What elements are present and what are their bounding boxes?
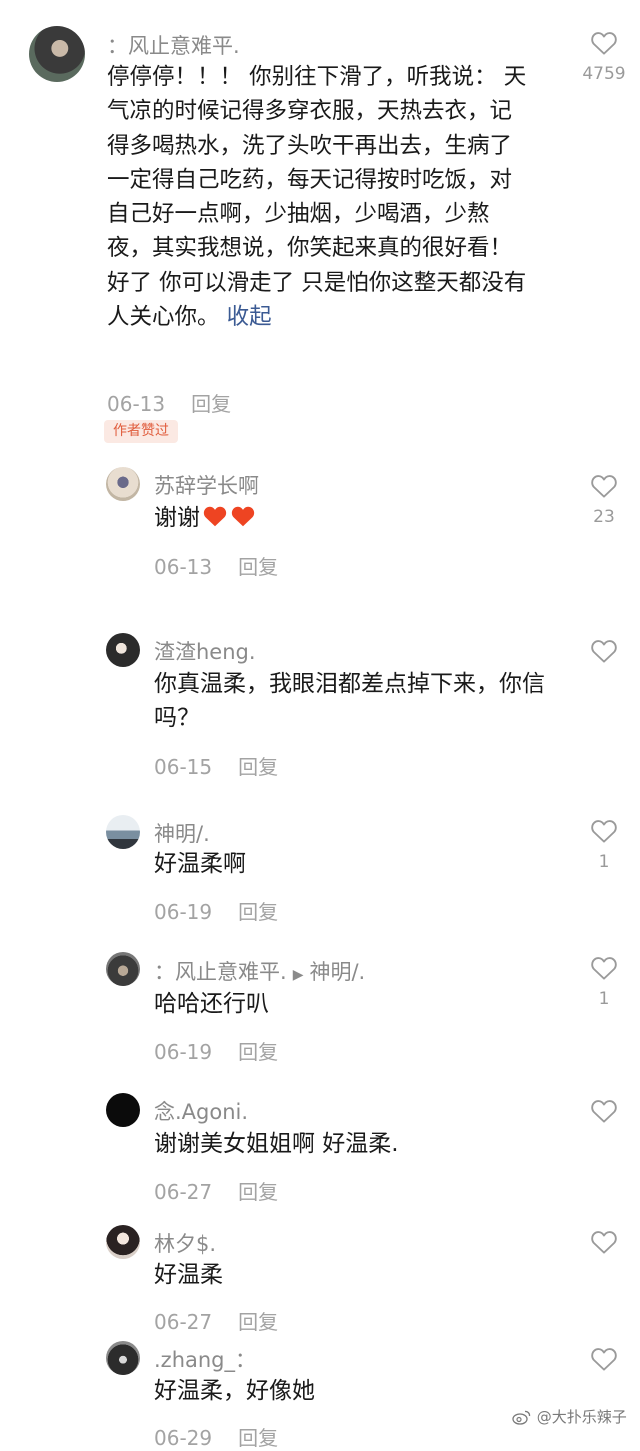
like-count: 1 (598, 852, 610, 872)
comment-meta: 06-29 回复 (154, 1422, 278, 1451)
avatar[interactable] (29, 26, 85, 82)
commenter-name[interactable]: ：风止意难平. (107, 30, 240, 60)
avatar[interactable] (106, 952, 140, 986)
like-count: 23 (593, 507, 615, 527)
comment-text: 你真温柔，我眼泪都差点掉下来，你信吗？ (154, 671, 545, 732)
avatar[interactable] (106, 1093, 140, 1127)
reply-button[interactable]: 回复 (238, 1426, 278, 1450)
reply-button[interactable]: 回复 (238, 555, 278, 579)
like-button[interactable] (589, 636, 619, 666)
comment-text: 谢谢 (154, 501, 256, 535)
like-count: 4759 (582, 64, 626, 84)
comment-meta: 06-19 回复 (154, 1036, 278, 1065)
comment-text: 谢谢美女姐姐啊 好温柔. (154, 1131, 399, 1157)
commenter-name[interactable]: 苏辞学长啊 (154, 470, 259, 500)
reply-button[interactable]: 回复 (238, 755, 278, 779)
comment-meta: 06-19 回复 (154, 896, 278, 925)
like-button[interactable] (589, 471, 619, 501)
commenter-name[interactable]: .zhang_： (154, 1344, 256, 1374)
comment-date: 06-19 (154, 900, 213, 924)
avatar[interactable] (106, 815, 140, 849)
author-liked-badge: 作者赞过 (104, 420, 178, 443)
commenter-name: ：风止意难平. ▶ 神明/. (154, 960, 366, 984)
like-button[interactable] (589, 816, 619, 846)
collapse-link[interactable]: 收起 (227, 304, 272, 330)
avatar[interactable] (106, 633, 140, 667)
comment-text: 好温柔啊 (154, 851, 246, 877)
comment-meta: 06-13 回复 (107, 388, 231, 417)
reply-button[interactable]: 回复 (191, 392, 231, 416)
comment-text: 哈哈还行叭 (154, 991, 269, 1017)
commenter-name[interactable]: 渣渣heng. (154, 636, 256, 666)
avatar[interactable] (106, 1341, 140, 1375)
like-button[interactable] (589, 1344, 619, 1374)
weibo-logo-icon (512, 1410, 531, 1425)
comment-meta: 06-27 回复 (154, 1176, 278, 1205)
watermark: @大扑乐辣子 (512, 1406, 627, 1427)
like-button[interactable] (589, 1227, 619, 1257)
comment-date: 06-15 (154, 755, 213, 779)
heart-outline-icon (591, 1348, 617, 1371)
heart-outline-icon (591, 820, 617, 843)
reply-to-name[interactable]: 神明/. (309, 960, 365, 984)
like-button[interactable] (589, 1096, 619, 1126)
comment-meta: 06-15 回复 (154, 751, 278, 780)
comment-meta: 06-27 回复 (154, 1306, 278, 1335)
heart-outline-icon (591, 1231, 617, 1254)
like-button[interactable] (589, 953, 619, 983)
reply-button[interactable]: 回复 (238, 1180, 278, 1204)
comment-text: 停停停！！！ 你别往下滑了，听我说： 天气凉的时候记得多穿衣服，天热去衣，记得多… (107, 64, 527, 331)
heart-outline-icon (591, 1100, 617, 1123)
commenter-name[interactable]: 林夕$. (154, 1228, 216, 1258)
red-heart-icon (203, 506, 227, 527)
avatar[interactable] (106, 1225, 140, 1259)
reply-button[interactable]: 回复 (238, 900, 278, 924)
reply-button[interactable]: 回复 (238, 1310, 278, 1334)
comment-date: 06-27 (154, 1310, 213, 1334)
comment-date: 06-29 (154, 1426, 213, 1450)
like-count: 1 (598, 989, 610, 1009)
comment-date: 06-27 (154, 1180, 213, 1204)
like-button[interactable] (589, 28, 619, 58)
triangle-right-icon: ▶ (292, 967, 304, 983)
reply-button[interactable]: 回复 (238, 1040, 278, 1064)
heart-outline-icon (591, 475, 617, 498)
red-heart-icon (231, 506, 255, 527)
commenter-name[interactable]: 神明/. (154, 818, 210, 848)
comment-meta: 06-13 回复 (154, 551, 278, 580)
comment-date: 06-13 (107, 392, 166, 416)
comment-date: 06-19 (154, 1040, 213, 1064)
heart-outline-icon (591, 32, 617, 55)
commenter-name[interactable]: 念.Agoni. (154, 1096, 248, 1126)
avatar[interactable] (106, 467, 140, 501)
comment-date: 06-13 (154, 555, 213, 579)
comment-text: 好温柔 (154, 1262, 223, 1288)
heart-outline-icon (591, 640, 617, 663)
heart-outline-icon (591, 957, 617, 980)
comment-text: 好温柔，好像她 (154, 1378, 315, 1404)
